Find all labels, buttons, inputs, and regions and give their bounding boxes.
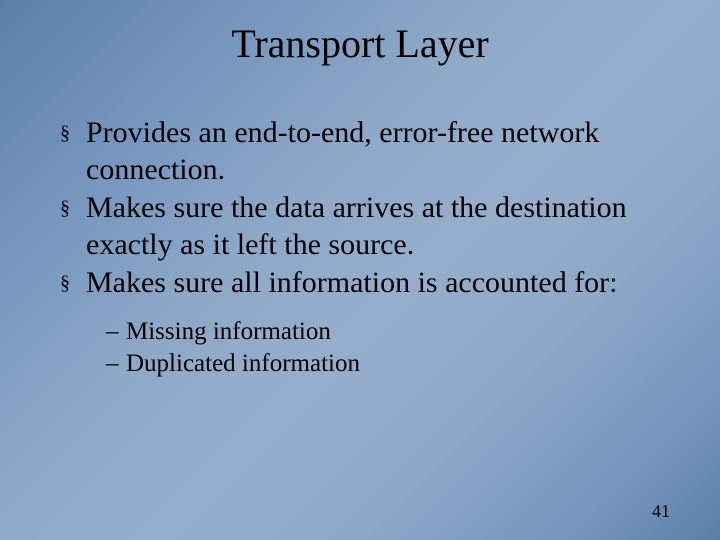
square-bullet-icon: § xyxy=(60,115,86,151)
sub-bullet-list: – Missing information – Duplicated infor… xyxy=(106,316,670,380)
dash-bullet-icon: – xyxy=(106,316,126,348)
bullet-text: Makes sure all information is accounted … xyxy=(86,265,670,302)
bullet-text: Makes sure the data arrives at the desti… xyxy=(86,190,670,263)
sub-bullet-text: Missing information xyxy=(126,316,670,348)
square-bullet-icon: § xyxy=(60,190,86,226)
dash-bullet-icon: – xyxy=(106,348,126,380)
sub-bullet-item: – Duplicated information xyxy=(106,348,670,380)
bullet-item: § Provides an end-to-end, error-free net… xyxy=(60,115,670,188)
bullet-item: § Makes sure all information is accounte… xyxy=(60,265,670,302)
slide-content: § Provides an end-to-end, error-free net… xyxy=(60,115,670,380)
bullet-text: Provides an end-to-end, error-free netwo… xyxy=(86,115,670,188)
slide-title: Transport Layer xyxy=(0,20,720,67)
slide: Transport Layer § Provides an end-to-end… xyxy=(0,0,720,540)
sub-bullet-item: – Missing information xyxy=(106,316,670,348)
sub-bullet-text: Duplicated information xyxy=(126,348,670,380)
bullet-item: § Makes sure the data arrives at the des… xyxy=(60,190,670,263)
square-bullet-icon: § xyxy=(60,265,86,301)
page-number: 41 xyxy=(652,501,670,522)
